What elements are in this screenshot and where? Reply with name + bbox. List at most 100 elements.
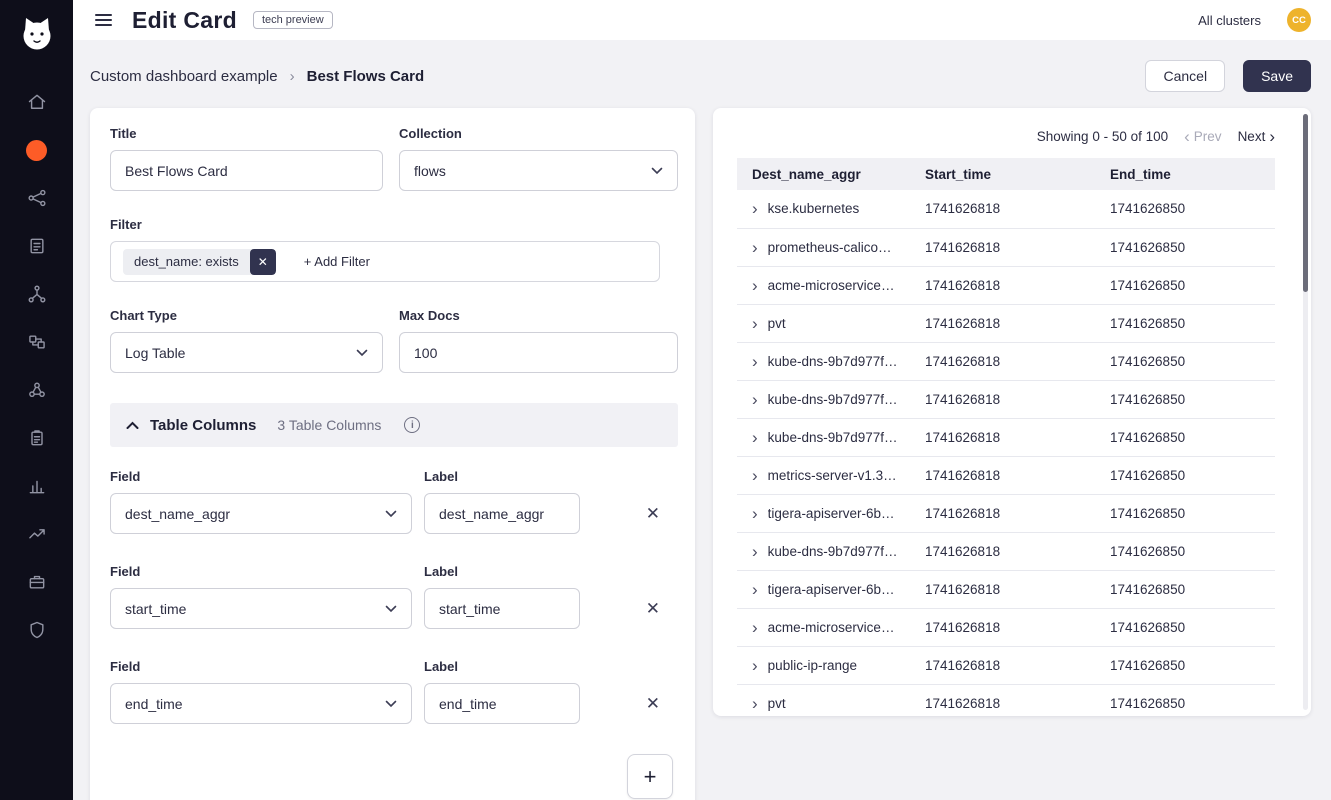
field-select[interactable]: start_time [110,588,412,629]
table-header-cell: Start_time [917,158,1102,190]
clusters-icon[interactable] [0,366,73,414]
expand-row-icon[interactable]: › [752,315,758,332]
table-header-cell: Dest_name_aggr [737,158,917,190]
avatar[interactable]: CC [1287,8,1311,32]
next-page-button[interactable]: Next › [1238,128,1275,145]
expand-row-icon[interactable]: › [752,200,758,217]
cluster-selector[interactable]: All clusters [1198,13,1261,28]
breadcrumb-current: Best Flows Card [307,68,425,85]
filter-input[interactable]: dest_name: exists ✕ + Add Filter [110,241,660,282]
chevron-right-icon: › [1269,128,1275,145]
max-docs-label: Max Docs [399,308,678,323]
label-input[interactable] [424,683,580,724]
label-label: Label [424,564,580,579]
title-input[interactable] [110,150,383,191]
breadcrumb-parent[interactable]: Custom dashboard example [90,68,278,85]
menu-toggle-icon[interactable] [89,8,118,32]
expand-row-icon[interactable]: › [752,391,758,408]
end-time-value: 1741626850 [1102,570,1275,608]
table-row[interactable]: › tigera-apiserver-6b… 1741626818 174162… [737,494,1275,532]
table-row[interactable]: › tigera-apiserver-6b… 1741626818 174162… [737,570,1275,608]
scrollbar-thumb[interactable] [1303,114,1308,292]
expand-row-icon[interactable]: › [752,505,758,522]
table-header-row: Dest_name_aggrStart_timeEnd_time [737,158,1275,190]
service-graph-icon[interactable] [0,174,73,222]
table-row[interactable]: › kube-dns-9b7d977f… 1741626818 17416268… [737,342,1275,380]
add-column-button[interactable]: + [627,754,673,799]
expand-row-icon[interactable]: › [752,277,758,294]
field-select[interactable]: dest_name_aggr [110,493,412,534]
table-row[interactable]: › acme-microservice… 1741626818 17416268… [737,608,1275,646]
calico-logo[interactable] [15,12,59,60]
remove-column-icon[interactable]: ✕ [642,691,664,716]
table-row[interactable]: › kube-dns-9b7d977f… 1741626818 17416268… [737,532,1275,570]
remove-column-icon[interactable]: ✕ [642,501,664,526]
add-filter-button[interactable]: + Add Filter [304,254,370,269]
dest-name-value: tigera-apiserver-6b… [768,582,895,597]
security-icon[interactable] [0,606,73,654]
table-row[interactable]: › prometheus-calico… 1741626818 17416268… [737,228,1275,266]
dest-name-value: kse.kubernetes [768,201,860,216]
start-time-value: 1741626818 [917,608,1102,646]
expand-row-icon[interactable]: › [752,619,758,636]
cancel-button[interactable]: Cancel [1145,60,1225,92]
expand-row-icon[interactable]: › [752,543,758,560]
expand-row-icon[interactable]: › [752,353,758,370]
collection-select[interactable]: flows [399,150,678,191]
remove-column-icon[interactable]: ✕ [642,596,664,621]
endpoints-icon[interactable] [0,318,73,366]
table-header-cell: End_time [1102,158,1275,190]
prev-page-button[interactable]: ‹ Prev [1184,128,1221,145]
chevron-down-icon [385,605,397,613]
reports-icon[interactable] [0,462,73,510]
start-time-value: 1741626818 [917,684,1102,716]
expand-row-icon[interactable]: › [752,657,758,674]
home-icon[interactable] [0,78,73,126]
start-time-value: 1741626818 [917,190,1102,228]
title-label: Title [110,126,383,141]
dashboards-icon[interactable] [0,126,73,174]
apps-icon[interactable] [0,558,73,606]
table-columns-count: 3 Table Columns [277,417,381,433]
chart-type-label: Chart Type [110,308,383,323]
table-row[interactable]: › pvt 1741626818 1741626850 [737,684,1275,716]
label-input[interactable] [424,493,580,534]
table-row[interactable]: › kube-dns-9b7d977f… 1741626818 17416268… [737,380,1275,418]
policies-icon[interactable] [0,222,73,270]
table-columns-section-toggle[interactable]: Table Columns 3 Table Columns i [110,403,678,447]
table-row[interactable]: › kube-dns-9b7d977f… 1741626818 17416268… [737,418,1275,456]
start-time-value: 1741626818 [917,456,1102,494]
dest-name-value: acme-microservice… [768,278,895,293]
expand-row-icon[interactable]: › [752,239,758,256]
end-time-value: 1741626850 [1102,266,1275,304]
start-time-value: 1741626818 [917,646,1102,684]
save-button[interactable]: Save [1243,60,1311,92]
field-label: Field [110,469,412,484]
chart-type-select[interactable]: Log Table [110,332,383,373]
table-row[interactable]: › kse.kubernetes 1741626818 1741626850 [737,190,1275,228]
table-row[interactable]: › acme-microservice… 1741626818 17416268… [737,266,1275,304]
table-row[interactable]: › metrics-server-v1.3… 1741626818 174162… [737,456,1275,494]
start-time-value: 1741626818 [917,570,1102,608]
expand-row-icon[interactable]: › [752,695,758,712]
field-select[interactable]: end_time [110,683,412,724]
start-time-value: 1741626818 [917,494,1102,532]
remove-filter-icon[interactable]: ✕ [250,249,276,275]
card-editor-form: Title Collection flows Filter [90,108,695,800]
breadcrumb-separator-icon: › [290,68,295,85]
network-sets-icon[interactable] [0,270,73,318]
start-time-value: 1741626818 [917,418,1102,456]
expand-row-icon[interactable]: › [752,467,758,484]
table-columns-heading: Table Columns [150,417,256,434]
activity-icon[interactable] [0,510,73,558]
expand-row-icon[interactable]: › [752,581,758,598]
label-input[interactable] [424,588,580,629]
table-row[interactable]: › pvt 1741626818 1741626850 [737,304,1275,342]
compliance-icon[interactable] [0,414,73,462]
label-label: Label [424,659,580,674]
max-docs-input[interactable] [399,332,678,373]
start-time-value: 1741626818 [917,304,1102,342]
table-columns-list: Field dest_name_aggr Label [110,469,678,724]
expand-row-icon[interactable]: › [752,429,758,446]
table-row[interactable]: › public-ip-range 1741626818 1741626850 [737,646,1275,684]
